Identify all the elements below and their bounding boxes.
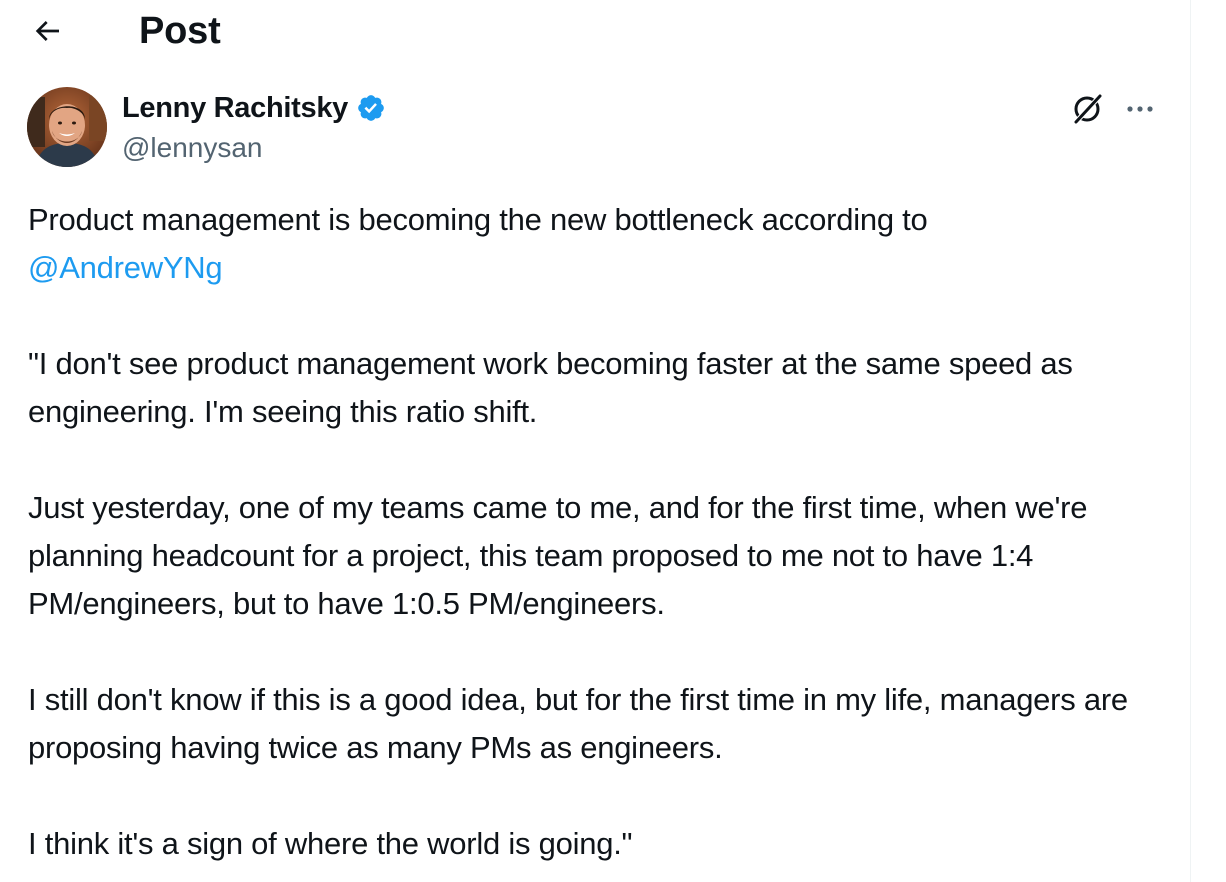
avatar[interactable] xyxy=(27,87,107,167)
post-paragraph: Product management is becoming the new b… xyxy=(28,196,1178,292)
back-button[interactable] xyxy=(22,8,72,54)
top-bar: Post xyxy=(0,0,1190,66)
grok-icon[interactable] xyxy=(1068,90,1106,128)
more-horizontal-icon[interactable] xyxy=(1120,90,1160,128)
verified-badge-icon[interactable] xyxy=(356,93,386,123)
post-paragraph: "I don't see product management work bec… xyxy=(28,346,1073,429)
post-text: Product management is becoming the new b… xyxy=(28,196,1178,882)
author-handle[interactable]: @lennysan xyxy=(122,130,263,166)
post-paragraph: I think it's a sign of where the world i… xyxy=(28,826,633,861)
post-page: Post Lenny Rachitsky @lennysan Product m… xyxy=(0,0,1226,882)
author-name: Lenny Rachitsky xyxy=(122,92,348,124)
column-divider xyxy=(1190,0,1191,882)
page-title: Post xyxy=(139,10,221,52)
arrow-left-icon xyxy=(35,21,59,41)
mention-link[interactable]: @AndrewYNg xyxy=(28,250,223,285)
post-paragraph: Just yesterday, one of my teams came to … xyxy=(28,490,1088,621)
author-name-link[interactable]: Lenny Rachitsky xyxy=(122,88,386,128)
post-paragraph: I still don't know if this is a good ide… xyxy=(28,682,1128,765)
post-text-line: Product management is becoming the new b… xyxy=(28,202,928,237)
